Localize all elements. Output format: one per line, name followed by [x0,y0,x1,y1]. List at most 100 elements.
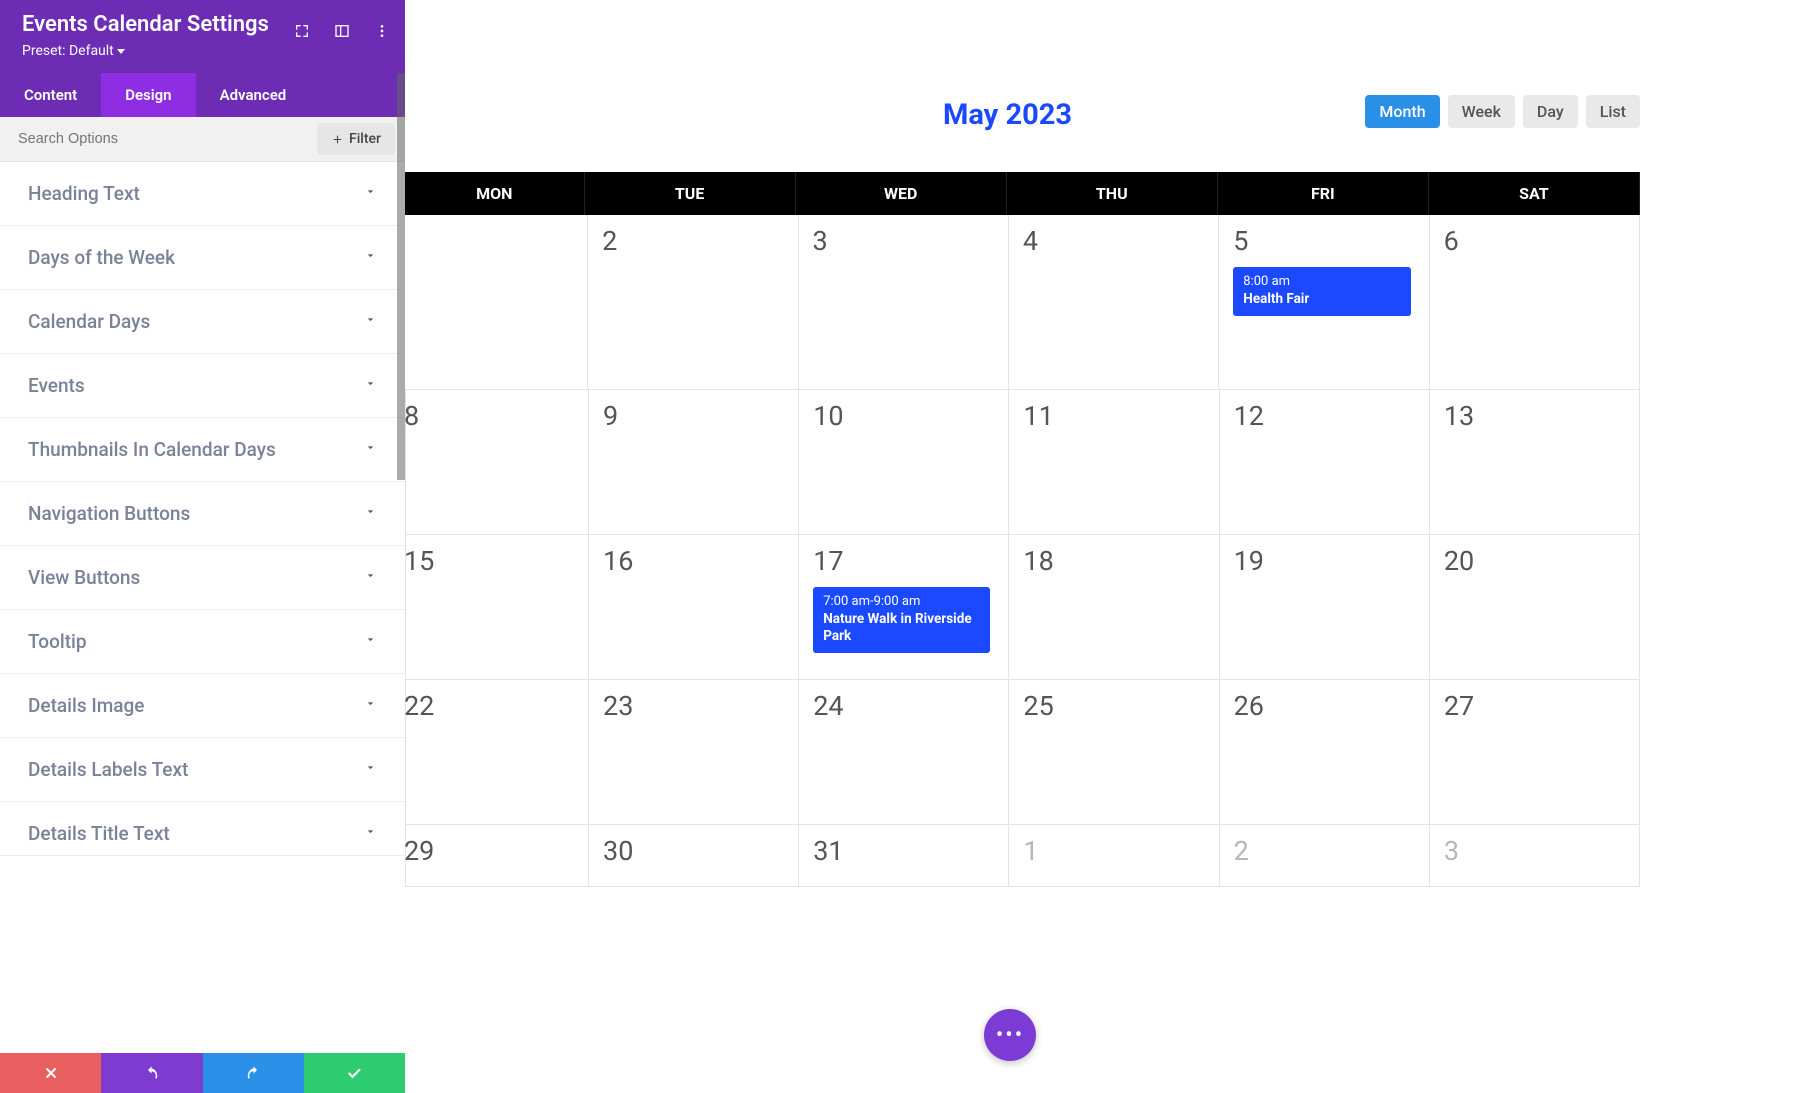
event-item[interactable]: 7:00 am-9:00 amNature Walk in Riverside … [813,587,990,653]
option-item[interactable]: Days of the Week [0,226,405,290]
calendar-cell[interactable] [405,215,588,389]
calendar-cell[interactable]: 26 [1220,680,1430,824]
calendar-table: MONTUEWEDTHUFRISAT 23458:00 amHealth Fai… [405,172,1640,887]
option-label: Tooltip [28,630,87,653]
option-item[interactable]: Events [0,354,405,418]
option-item[interactable]: Thumbnails In Calendar Days [0,418,405,482]
chevron-down-icon [364,377,377,394]
calendar-cell[interactable]: 15 [405,535,589,679]
tab-advanced[interactable]: Advanced [196,73,311,117]
chevron-down-icon [364,441,377,458]
calendar-cell[interactable]: 30 [589,825,799,886]
view-button-month[interactable]: Month [1365,95,1439,128]
calendar-row: 2345 8:00 am Health Fair 6 [405,215,1640,390]
option-item[interactable]: Heading Text [0,162,405,226]
calendar-cell[interactable]: 13 [1430,390,1640,534]
event-title: Nature Walk in Riverside Park [823,611,980,645]
calendar-cell[interactable]: 5 8:00 am Health Fair [1219,215,1429,389]
calendar-cell[interactable]: 29 [405,825,589,886]
calendar-cell[interactable]: 2 [1220,825,1430,886]
day-number: 29 [404,835,574,867]
calendar-row: 1516 17 7:00 am-9:00 amNature Walk in Rive… [405,535,1640,680]
calendar-cell[interactable]: 18 [1009,535,1219,679]
calendar-main: May 2023 MonthWeekDayList MONTUEWEDTHUFR… [405,0,1800,1093]
filter-button[interactable]: Filter [317,123,395,155]
more-vertical-icon[interactable] [373,22,391,40]
calendar-cell[interactable]: 19 [1220,535,1430,679]
event-time: 8:00 am [1243,274,1400,289]
day-header: TUE [585,172,796,215]
calendar-cell[interactable]: 12 [1220,390,1430,534]
calendar-title[interactable]: May 2023 [943,98,1072,132]
view-button-day[interactable]: Day [1523,95,1578,128]
day-number: 1 [1023,835,1204,867]
option-item[interactable]: Details Title Text [0,802,405,856]
day-number: 10 [813,400,994,432]
chevron-down-icon [364,569,377,586]
day-number: 17 [813,545,994,577]
calendar-cell[interactable]: 22 [405,680,589,824]
option-item[interactable]: Details Image [0,674,405,738]
calendar-cell[interactable]: 3 [1430,825,1640,886]
event-title: Health Fair [1243,291,1400,308]
option-item[interactable]: Calendar Days [0,290,405,354]
day-number: 12 [1234,400,1415,432]
calendar-cell[interactable]: 20 [1430,535,1640,679]
tab-design[interactable]: Design [101,73,195,117]
option-label: Heading Text [28,182,140,205]
calendar-cell[interactable]: 8 [405,390,589,534]
calendar-cell[interactable]: 25 [1009,680,1219,824]
day-number: 23 [603,690,784,722]
search-row: Filter [0,117,405,162]
calendar-cell[interactable]: 3 [799,215,1009,389]
expand-icon[interactable] [293,22,311,40]
calendar-cell[interactable]: 16 [589,535,799,679]
view-buttons: Month WeekDayList [1365,95,1640,128]
day-header: SAT [1429,172,1640,215]
view-button-week[interactable]: Week [1448,95,1515,128]
filter-label: Filter [349,131,381,147]
option-item[interactable]: Details Labels Text [0,738,405,802]
tab-content[interactable]: Content [0,73,101,117]
day-number: 2 [602,225,783,257]
day-number: 18 [1023,545,1204,577]
option-item[interactable]: Tooltip [0,610,405,674]
day-header: THU [1007,172,1218,215]
calendar-cell[interactable]: 31 [799,825,1009,886]
calendar-cell[interactable]: 2 [588,215,798,389]
day-number: 5 [1233,225,1414,257]
calendar-cell[interactable]: 27 [1430,680,1640,824]
day-number: 9 [603,400,784,432]
option-item[interactable]: Navigation Buttons [0,482,405,546]
sidebar-toggle-icon[interactable] [333,22,351,40]
chevron-down-icon [364,633,377,650]
chevron-down-icon [364,697,377,714]
sidebar-header: Events Calendar Settings Preset: Default [0,0,405,73]
chevron-down-icon [364,505,377,522]
more-horizontal-icon: ••• [996,1023,1024,1048]
preset-dropdown[interactable]: Preset: Default [22,43,383,59]
calendar-cell[interactable]: 17 7:00 am-9:00 amNature Walk in Riversid… [799,535,1009,679]
calendar-row: 29 3031 123 [405,825,1640,887]
event-item[interactable]: 8:00 am Health Fair [1233,267,1410,316]
calendar-cell[interactable]: 6 [1430,215,1640,389]
calendar-cell[interactable]: 1 [1009,825,1219,886]
option-label: Calendar Days [28,310,150,333]
calendar-cell[interactable]: 9 [589,390,799,534]
option-label: View Buttons [28,566,140,589]
calendar-row: 22 23 24252627 [405,680,1640,825]
calendar-cell[interactable]: 23 [589,680,799,824]
chevron-down-icon [364,249,377,266]
undo-button[interactable] [101,1053,202,1093]
calendar-cell[interactable]: 11 [1009,390,1219,534]
option-item[interactable]: View Buttons [0,546,405,610]
calendar-cell[interactable]: 4 [1009,215,1219,389]
save-button[interactable] [304,1053,405,1093]
view-button-list[interactable]: List [1586,95,1640,128]
calendar-cell[interactable]: 10 [799,390,1009,534]
cancel-button[interactable] [0,1053,101,1093]
redo-button[interactable] [203,1053,304,1093]
calendar-cell[interactable]: 24 [799,680,1009,824]
search-input[interactable] [0,117,317,161]
floating-action-button[interactable]: ••• [984,1009,1036,1061]
